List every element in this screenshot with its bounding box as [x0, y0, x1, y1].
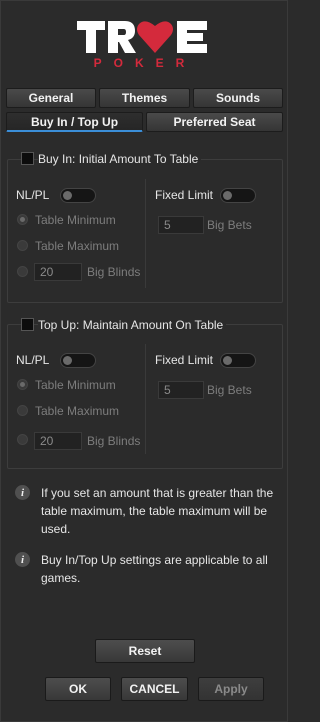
logo-image: POKER — [77, 21, 207, 70]
buy-in-big-blinds-input[interactable]: 20 — [34, 263, 82, 281]
buy-in-fixed-limit-label: Fixed Limit — [155, 188, 214, 202]
buy-in-big-blinds-label: Big Blinds — [87, 265, 141, 279]
top-up-big-bets-input[interactable]: 5 — [158, 381, 204, 399]
top-up-table-max-radio[interactable] — [17, 405, 28, 416]
info-icon: i — [15, 485, 30, 500]
top-up-nlpl-toggle[interactable] — [60, 353, 96, 368]
buy-in-big-blinds-radio[interactable] — [17, 266, 28, 277]
buy-in-table-max-radio[interactable] — [17, 240, 28, 251]
top-up-fixed-limit-toggle[interactable] — [220, 353, 256, 368]
top-up-divider — [145, 344, 146, 454]
buy-in-table-min-label: Table Minimum — [35, 213, 116, 227]
top-up-big-blinds-input[interactable]: 20 — [34, 432, 82, 450]
apply-button[interactable]: Apply — [198, 677, 264, 701]
tab-buyin-topup[interactable]: Buy In / Top Up — [6, 112, 143, 132]
tab-themes[interactable]: Themes — [99, 88, 190, 108]
top-up-title: Top Up: Maintain Amount On Table — [38, 318, 227, 332]
top-up-table-max-label: Table Maximum — [35, 404, 120, 418]
info-note-all-games: Buy In/Top Up settings are applicable to… — [41, 553, 268, 585]
buy-in-table-min-radio[interactable] — [17, 214, 28, 225]
tab-preferred-seat[interactable]: Preferred Seat — [146, 112, 283, 132]
top-up-table-min-radio[interactable] — [17, 379, 28, 390]
buy-in-table-max-label: Table Maximum — [35, 239, 120, 253]
buy-in-checkbox[interactable] — [21, 152, 34, 165]
buy-in-big-bets-label: Big Bets — [207, 218, 252, 232]
top-up-checkbox[interactable] — [21, 318, 34, 331]
top-up-big-blinds-radio[interactable] — [17, 434, 28, 445]
buy-in-big-bets-input[interactable]: 5 — [158, 216, 204, 234]
top-up-big-blinds-label: Big Blinds — [87, 434, 141, 448]
top-up-table-min-label: Table Minimum — [35, 378, 116, 392]
reset-button[interactable]: Reset — [95, 639, 195, 663]
ok-button[interactable]: OK — [45, 677, 111, 701]
tab-general[interactable]: General — [6, 88, 96, 108]
buy-in-title: Buy In: Initial Amount To Table — [38, 152, 202, 166]
buy-in-nlpl-label: NL/PL — [16, 188, 50, 202]
info-icon: i — [15, 552, 30, 567]
cancel-button[interactable]: CANCEL — [121, 677, 188, 701]
buy-in-divider — [145, 179, 146, 288]
top-up-big-bets-label: Big Bets — [207, 383, 252, 397]
info-note-max: If you set an amount that is greater tha… — [41, 486, 274, 536]
top-up-fixed-limit-label: Fixed Limit — [155, 353, 214, 367]
tab-sounds[interactable]: Sounds — [193, 88, 283, 108]
buy-in-nlpl-toggle[interactable] — [60, 188, 96, 203]
true-poker-logo: POKER — [1, 15, 289, 73]
buy-in-fixed-limit-toggle[interactable] — [220, 188, 256, 203]
settings-window: POKER General Themes Sounds Buy In / Top… — [0, 0, 288, 722]
logo-subtext: POKER — [94, 56, 197, 70]
top-up-nlpl-label: NL/PL — [16, 353, 50, 367]
